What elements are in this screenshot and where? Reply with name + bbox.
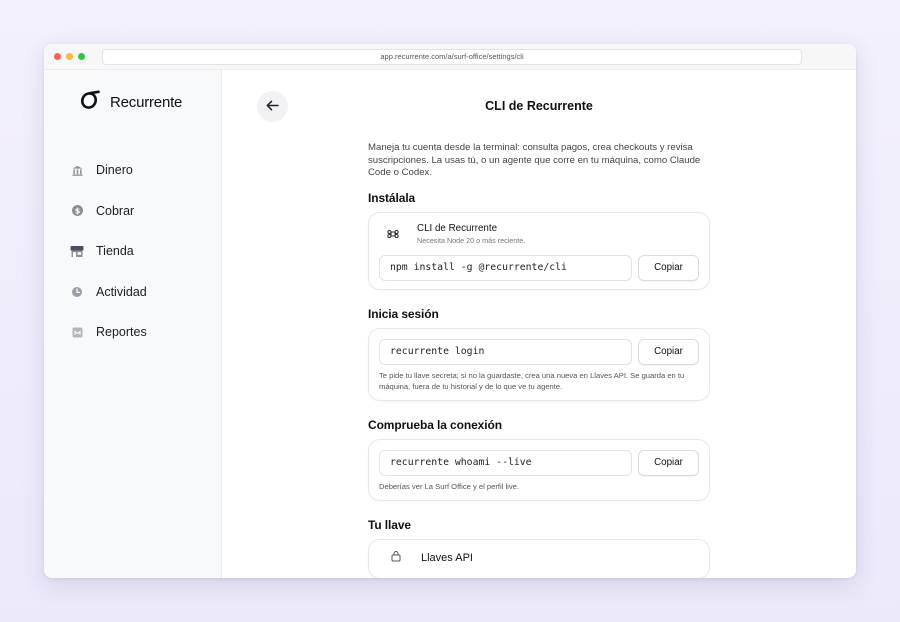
sidebar: Recurrente Dinero $ Cobrar Tienda Activi… xyxy=(44,70,222,578)
check-note: Deberías ver La Surf Office y el perfil … xyxy=(379,482,519,492)
login-note: Te pide tu llave secreta; si no la guard… xyxy=(379,370,685,391)
tool-requirement: Necesita Node 20 o más reciente. xyxy=(417,235,526,245)
login-section-title: Inicia sesión xyxy=(368,306,439,321)
svg-text:$: $ xyxy=(74,207,80,216)
sidebar-item-actividad[interactable]: Actividad xyxy=(70,272,147,313)
close-window-dot[interactable] xyxy=(54,53,61,60)
maximize-window-dot[interactable] xyxy=(78,53,85,60)
sidebar-item-label: Tienda xyxy=(96,244,134,259)
login-command-field[interactable]: recurrente login xyxy=(379,338,632,365)
sidebar-item-label: Actividad xyxy=(96,284,147,299)
storefront-icon xyxy=(70,244,84,258)
sidebar-item-label: Cobrar xyxy=(96,203,135,218)
bank-icon xyxy=(70,163,84,177)
install-section-title: Instálala xyxy=(368,190,416,205)
page-title: CLI de Recurrente xyxy=(485,99,593,113)
brand-name: Recurrente xyxy=(110,94,183,111)
login-command-row: recurrente login Copiar xyxy=(379,338,699,365)
copy-check-button[interactable]: Copiar xyxy=(638,450,699,477)
copy-install-button[interactable]: Copiar xyxy=(638,254,699,281)
main-content: CLI de Recurrente Maneja tu cuenta desde… xyxy=(222,70,856,578)
recurrente-logo-icon xyxy=(79,90,101,115)
api-keys-card[interactable]: Llaves API xyxy=(368,539,710,578)
browser-window: app.recurrente.com/a/surf-office/setting… xyxy=(44,44,856,578)
login-card: recurrente login Copiar Te pide tu llave… xyxy=(368,327,710,402)
intro-text: Maneja tu cuenta desde la terminal: cons… xyxy=(368,142,701,179)
browser-titlebar: app.recurrente.com/a/surf-office/setting… xyxy=(44,44,856,70)
install-card: CLI de Recurrente Necesita Node 20 o más… xyxy=(368,211,710,290)
sidebar-item-tienda[interactable]: Tienda xyxy=(70,231,147,272)
dollar-coin-icon: $ xyxy=(70,204,84,218)
tool-name: CLI de Recurrente xyxy=(417,222,498,234)
sidebar-item-label: Dinero xyxy=(96,163,133,178)
key-icon xyxy=(391,549,401,567)
brand[interactable]: Recurrente xyxy=(79,90,182,115)
sidebar-item-cobrar[interactable]: $ Cobrar xyxy=(70,191,147,232)
copy-login-button[interactable]: Copiar xyxy=(638,338,699,365)
sidebar-item-label: Reportes xyxy=(96,325,147,340)
check-card: recurrente whoami --live Copiar Deberías… xyxy=(368,439,710,502)
sidebar-item-reportes[interactable]: Reportes xyxy=(70,312,147,353)
api-keys-link[interactable]: Llaves API xyxy=(421,552,473,564)
check-section-title: Comprueba la conexión xyxy=(368,418,502,433)
minimize-window-dot[interactable] xyxy=(66,53,73,60)
sidebar-item-dinero[interactable]: Dinero xyxy=(70,150,147,191)
tool-info: CLI de Recurrente Necesita Node 20 o más… xyxy=(379,223,699,245)
key-section-title: Tu llave xyxy=(368,518,411,533)
clock-icon xyxy=(70,285,84,299)
install-command-row: npm install -g @recurrente/cli Copiar xyxy=(379,254,699,281)
cli-settings-content: Maneja tu cuenta desde la terminal: cons… xyxy=(368,142,710,578)
check-command-field[interactable]: recurrente whoami --live xyxy=(379,450,632,477)
report-icon xyxy=(70,325,84,339)
check-command-row: recurrente whoami --live Copiar xyxy=(379,450,699,477)
sidebar-nav: Dinero $ Cobrar Tienda Actividad Reporte… xyxy=(70,150,147,353)
command-icon xyxy=(386,227,400,241)
install-command-field[interactable]: npm install -g @recurrente/cli xyxy=(379,254,632,281)
address-bar[interactable]: app.recurrente.com/a/surf-office/setting… xyxy=(102,49,802,65)
